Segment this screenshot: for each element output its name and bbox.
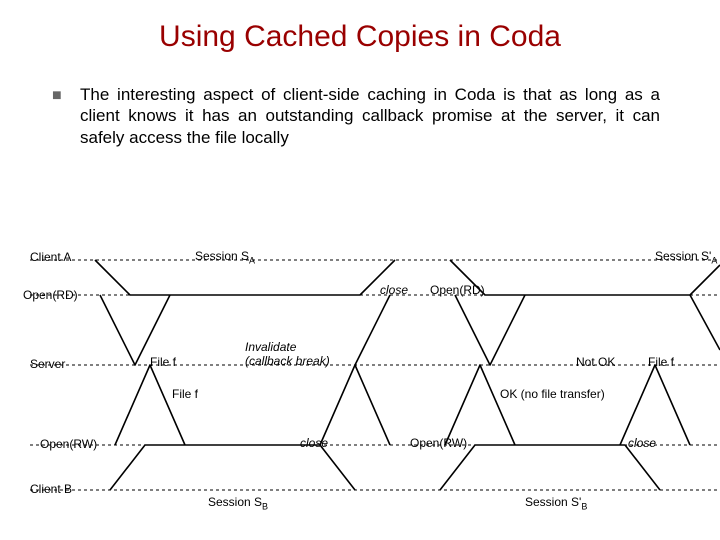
row-label-open-rw: Open(RW) xyxy=(40,437,97,451)
label-file-f-2: File f xyxy=(648,355,674,369)
diagram-svg xyxy=(0,240,720,520)
page-title: Using Cached Copies in Coda xyxy=(0,20,720,54)
row-label-server: Server xyxy=(30,357,65,371)
label-open-rw-2: Open(RW) xyxy=(410,436,467,450)
label-session-sb-prime: Session S'B xyxy=(525,495,587,511)
row-label-open-rd: Open(RD) xyxy=(23,288,78,302)
label-file-f-3: File f xyxy=(172,387,198,401)
label-not-ok: Not OK xyxy=(576,355,615,369)
label-session-sa: Session SA xyxy=(195,249,255,265)
timing-diagram: Client A Open(RD) Server Open(RW) Client… xyxy=(0,240,720,520)
row-label-client-a: Client A xyxy=(30,250,71,264)
label-open-rd-2: Open(RD) xyxy=(430,283,485,297)
row-label-client-b: Client B xyxy=(30,482,72,496)
label-close-b2: close xyxy=(628,436,656,450)
label-close-b1: close xyxy=(300,436,328,450)
label-invalidate-1: Invalidate xyxy=(245,340,296,354)
label-session-sb: Session SB xyxy=(208,495,268,511)
bullet-icon: ■ xyxy=(52,86,62,106)
label-file-f-1: File f xyxy=(150,355,176,369)
label-ok-no-transfer: OK (no file transfer) xyxy=(500,387,605,401)
label-session-sa-prime: Session S'A xyxy=(655,249,717,265)
body-paragraph: ■ The interesting aspect of client-side … xyxy=(80,84,660,148)
label-close-a1: close xyxy=(380,283,408,297)
label-invalidate-2: (callback break) xyxy=(245,354,330,368)
body-text: The interesting aspect of client-side ca… xyxy=(80,85,660,147)
